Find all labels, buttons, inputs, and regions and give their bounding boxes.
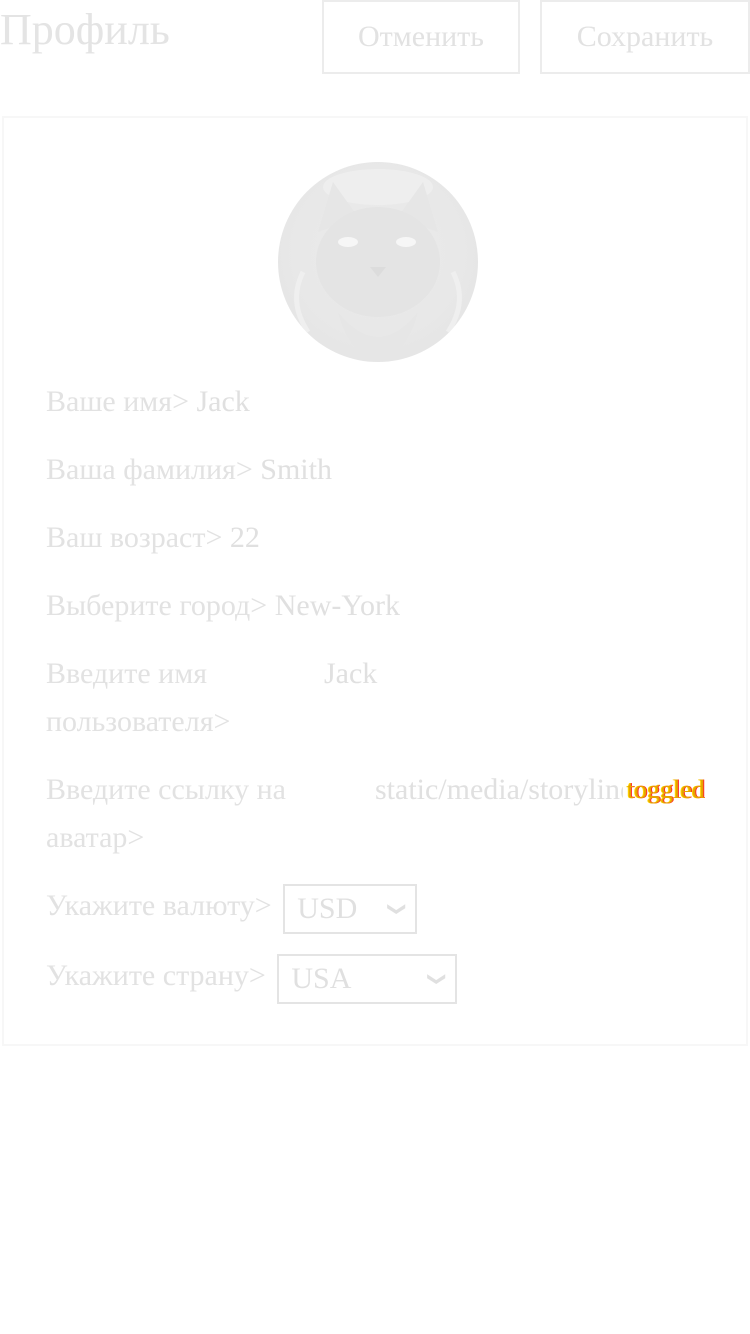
avatar-link-input[interactable]: static/media/storyline..... toggled bbox=[375, 766, 705, 814]
save-button[interactable]: Сохранить bbox=[540, 0, 750, 74]
country-row: Укажите страну> USA ❯ bbox=[46, 952, 458, 1004]
profile-card: Ваше имя> Jack Ваша фамилия> Smith Ваш в… bbox=[2, 116, 748, 1046]
age-label: Ваш возраст> bbox=[46, 521, 223, 554]
username-row: Введите имя пользователя> Jack bbox=[46, 650, 706, 750]
last-name-row: Ваша фамилия> Smith bbox=[46, 446, 332, 494]
currency-label: Укажите валюту> bbox=[46, 889, 272, 922]
cancel-button[interactable]: Отменить bbox=[322, 0, 520, 74]
chevron-down-icon: ❯ bbox=[427, 971, 448, 987]
avatar-link-label: Введите ссылку на аватар> bbox=[46, 773, 286, 854]
first-name-row: Ваше имя> Jack bbox=[46, 378, 250, 426]
city-input[interactable]: New-York bbox=[275, 589, 400, 622]
city-row: Выберите город> New-York bbox=[46, 582, 400, 630]
username-input[interactable]: Jack bbox=[324, 650, 377, 698]
age-row: Ваш возраст> 22 bbox=[46, 514, 260, 562]
header: Профиль Отменить Сохранить bbox=[0, 0, 750, 100]
cat-avatar-icon bbox=[294, 169, 462, 362]
avatar bbox=[278, 162, 478, 362]
age-input[interactable]: 22 bbox=[230, 521, 260, 554]
last-name-label: Ваша фамилия> bbox=[46, 453, 253, 486]
chevron-down-icon: ❯ bbox=[387, 901, 408, 917]
country-select-value: USA bbox=[291, 962, 352, 995]
last-name-input[interactable]: Smith bbox=[260, 453, 332, 486]
first-name-input[interactable]: Jack bbox=[197, 385, 250, 418]
first-name-label: Ваше имя> bbox=[46, 385, 189, 418]
page-title: Профиль bbox=[0, 5, 170, 54]
avatar-link-row: Введите ссылку на аватар> static/media/s… bbox=[46, 766, 706, 866]
currency-select[interactable]: USD ❯ bbox=[283, 884, 418, 934]
currency-row: Укажите валюту> USD ❯ bbox=[46, 882, 418, 934]
country-label: Укажите страну> bbox=[46, 959, 266, 992]
avatar-link-overlay-text: toggled bbox=[623, 766, 705, 814]
username-label: Введите имя пользователя> bbox=[46, 657, 231, 738]
country-select[interactable]: USA ❯ bbox=[277, 954, 458, 1004]
currency-select-value: USD bbox=[297, 892, 358, 925]
city-label: Выберите город> bbox=[46, 589, 268, 622]
